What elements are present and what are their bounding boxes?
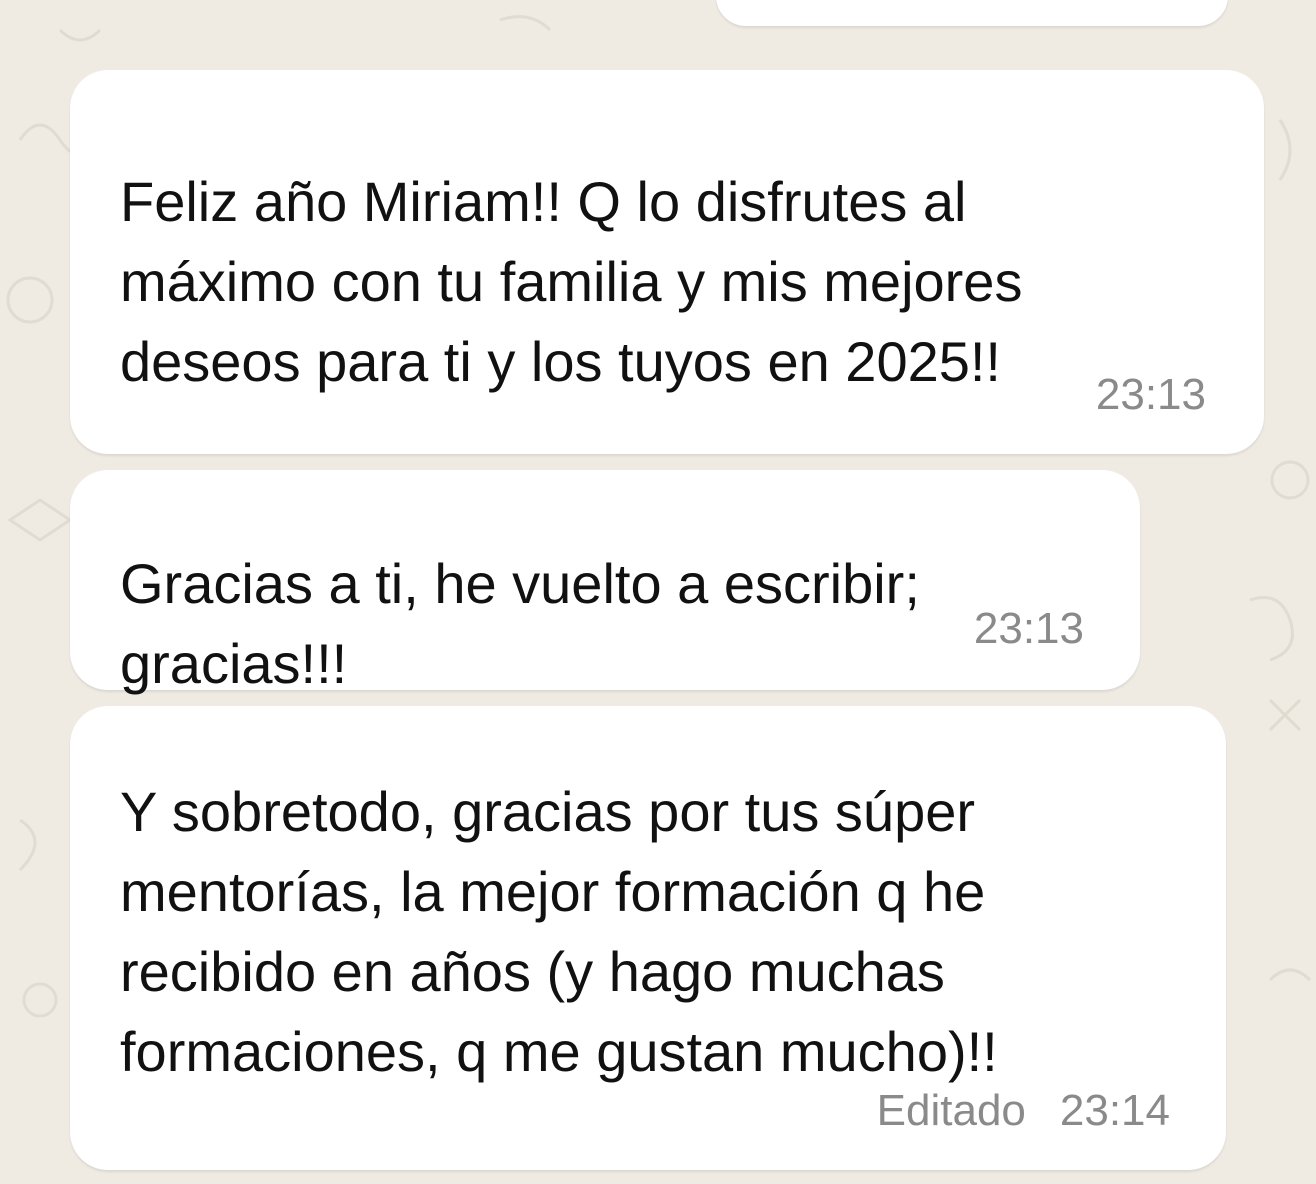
message-line: máximo con tu familia y mis mejores	[120, 250, 1023, 313]
message-text: Feliz año Miriam!! Q lo disfrutes al máx…	[120, 162, 1022, 402]
message-meta: Editado 23:14	[877, 1086, 1170, 1136]
message-line: deseos para ti y los tuyos en 2025!!	[120, 330, 1001, 393]
edited-label: Editado	[876, 1086, 1026, 1135]
message-line: gracias!!!	[120, 632, 348, 695]
message-text: Y sobretodo, gracias por tus súper mento…	[120, 772, 998, 1092]
previous-message-bubble[interactable]	[716, 0, 1228, 26]
message-timestamp: 23:13	[1095, 370, 1206, 419]
message-line: mentorías, la mejor formación q he	[120, 860, 986, 923]
message-bubble-2[interactable]: Gracias a ti, he vuelto a escribir; grac…	[70, 470, 1140, 695]
message-line: Gracias a ti, he vuelto a escribir;	[120, 552, 920, 615]
message-bubble-1[interactable]: Feliz año Miriam!! Q lo disfrutes al máx…	[70, 70, 1264, 454]
message-line: Feliz año Miriam!! Q lo disfrutes al	[120, 170, 967, 233]
message-timestamp: 23:14	[1059, 1086, 1170, 1135]
message-line: formaciones, q me gustan mucho)!!	[120, 1020, 998, 1083]
message-timestamp: 23:13	[973, 604, 1084, 653]
message-line: Y sobretodo, gracias por tus súper	[120, 780, 976, 843]
message-line: recibido en años (y hago muchas	[120, 940, 945, 1003]
message-text: Gracias a ti, he vuelto a escribir; grac…	[120, 544, 920, 704]
